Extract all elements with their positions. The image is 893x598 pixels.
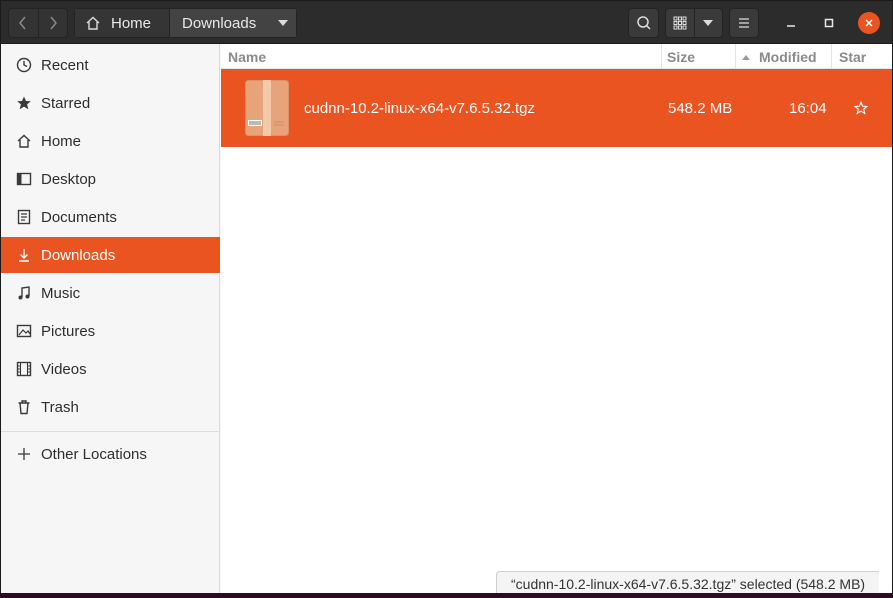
- sidebar: Recent Starred Home Desktop Documents Do…: [1, 44, 220, 593]
- sidebar-item-starred[interactable]: Starred: [1, 85, 220, 121]
- column-header-modified-label: Modified: [759, 48, 817, 65]
- file-size: 548.2 MB: [668, 99, 733, 117]
- header-bar: Home Downloads: [1, 1, 892, 44]
- music-icon: [15, 284, 33, 302]
- sidebar-item-label: Music: [41, 284, 81, 302]
- column-header-star[interactable]: Star: [839, 44, 866, 69]
- sidebar-item-label: Pictures: [41, 322, 96, 340]
- hamburger-icon: [739, 18, 749, 28]
- home-icon: [15, 132, 33, 150]
- sidebar-item-pictures[interactable]: Pictures: [1, 313, 220, 349]
- chevron-down-icon: [703, 20, 714, 26]
- table-row[interactable]: cudnn-10.2-linux-x64-v7.6.5.32.tgz 548.2…: [221, 69, 892, 147]
- path-bar: Home Downloads: [74, 8, 297, 38]
- plus-icon: [15, 445, 33, 463]
- path-home-button[interactable]: Home: [75, 9, 170, 37]
- column-header-row: Name Size Modified Star: [221, 44, 892, 69]
- search-icon: [636, 16, 651, 30]
- star-outline-icon: [854, 101, 868, 115]
- close-icon: [865, 19, 873, 27]
- dropdown-caret-icon: [278, 20, 288, 26]
- column-divider: [831, 44, 832, 69]
- archive-icon: [245, 69, 289, 147]
- star-toggle-button[interactable]: [854, 69, 868, 147]
- status-floating-bar: “cudnn-10.2-linux-x64-v7.6.5.32.tgz” sel…: [496, 571, 880, 593]
- sidebar-item-label: Starred: [41, 94, 91, 112]
- file-manager-window: Home Downloads Recent Starred Home Deskt…: [0, 0, 893, 594]
- close-button[interactable]: [858, 12, 880, 34]
- search-button[interactable]: [628, 8, 659, 38]
- background-terminal-strip: [0, 594, 893, 598]
- file-name: cudnn-10.2-linux-x64-v7.6.5.32.tgz: [304, 99, 535, 117]
- sidebar-item-recent[interactable]: Recent: [1, 47, 220, 83]
- download-icon: [15, 246, 33, 264]
- star-icon: [15, 94, 33, 112]
- sidebar-item-label: Other Locations: [41, 445, 147, 463]
- trash-icon: [15, 398, 33, 416]
- column-header-modified[interactable]: Modified: [741, 44, 817, 69]
- home-icon: [86, 16, 100, 30]
- sidebar-item-trash[interactable]: Trash: [1, 389, 220, 425]
- view-toggle-group: [665, 8, 723, 38]
- sidebar-item-label: Documents: [41, 208, 117, 226]
- document-icon: [15, 208, 33, 226]
- column-header-name[interactable]: Name: [228, 44, 266, 69]
- minimize-icon: [787, 25, 795, 27]
- desktop-icon: [15, 170, 33, 188]
- sort-ascending-icon: [742, 54, 750, 60]
- column-header-size[interactable]: Size: [667, 44, 695, 69]
- sidebar-item-label: Home: [41, 132, 82, 150]
- path-home-label: Home: [111, 14, 152, 32]
- sidebar-item-label: Recent: [41, 56, 89, 74]
- path-current-label: Downloads: [182, 14, 257, 32]
- column-divider: [661, 44, 662, 69]
- picture-icon: [15, 322, 33, 340]
- clock-icon: [15, 56, 33, 74]
- sidebar-divider: [1, 431, 220, 432]
- minimize-button[interactable]: [781, 13, 801, 33]
- view-options-button[interactable]: [693, 9, 723, 37]
- file-list-view: Name Size Modified Star cudnn-10.2-linux…: [221, 44, 892, 593]
- sidebar-item-other-locations[interactable]: Other Locations: [1, 436, 220, 472]
- sidebar-item-label: Desktop: [41, 170, 97, 188]
- sidebar-item-home[interactable]: Home: [1, 123, 220, 159]
- grid-icon: [673, 16, 687, 30]
- sidebar-item-downloads[interactable]: Downloads: [1, 237, 220, 273]
- sidebar-item-music[interactable]: Music: [1, 275, 220, 311]
- sidebar-item-label: Videos: [41, 360, 87, 378]
- sidebar-item-desktop[interactable]: Desktop: [1, 161, 220, 197]
- maximize-icon: [824, 18, 834, 28]
- sidebar-item-documents[interactable]: Documents: [1, 199, 220, 235]
- forward-button[interactable]: [37, 9, 68, 37]
- grid-view-button[interactable]: [666, 9, 694, 37]
- video-icon: [15, 360, 33, 378]
- chevron-right-icon: [50, 16, 57, 30]
- file-modified: 16:04: [789, 99, 827, 117]
- sidebar-item-label: Downloads: [41, 246, 116, 264]
- menu-button[interactable]: [729, 8, 759, 38]
- maximize-button[interactable]: [819, 13, 839, 33]
- navigation-buttons: [8, 8, 68, 38]
- back-button[interactable]: [9, 9, 38, 37]
- sidebar-item-videos[interactable]: Videos: [1, 351, 220, 387]
- column-divider: [735, 44, 736, 69]
- sidebar-item-label: Trash: [41, 398, 79, 416]
- chevron-left-icon: [19, 16, 26, 30]
- path-current-button[interactable]: Downloads: [170, 9, 296, 37]
